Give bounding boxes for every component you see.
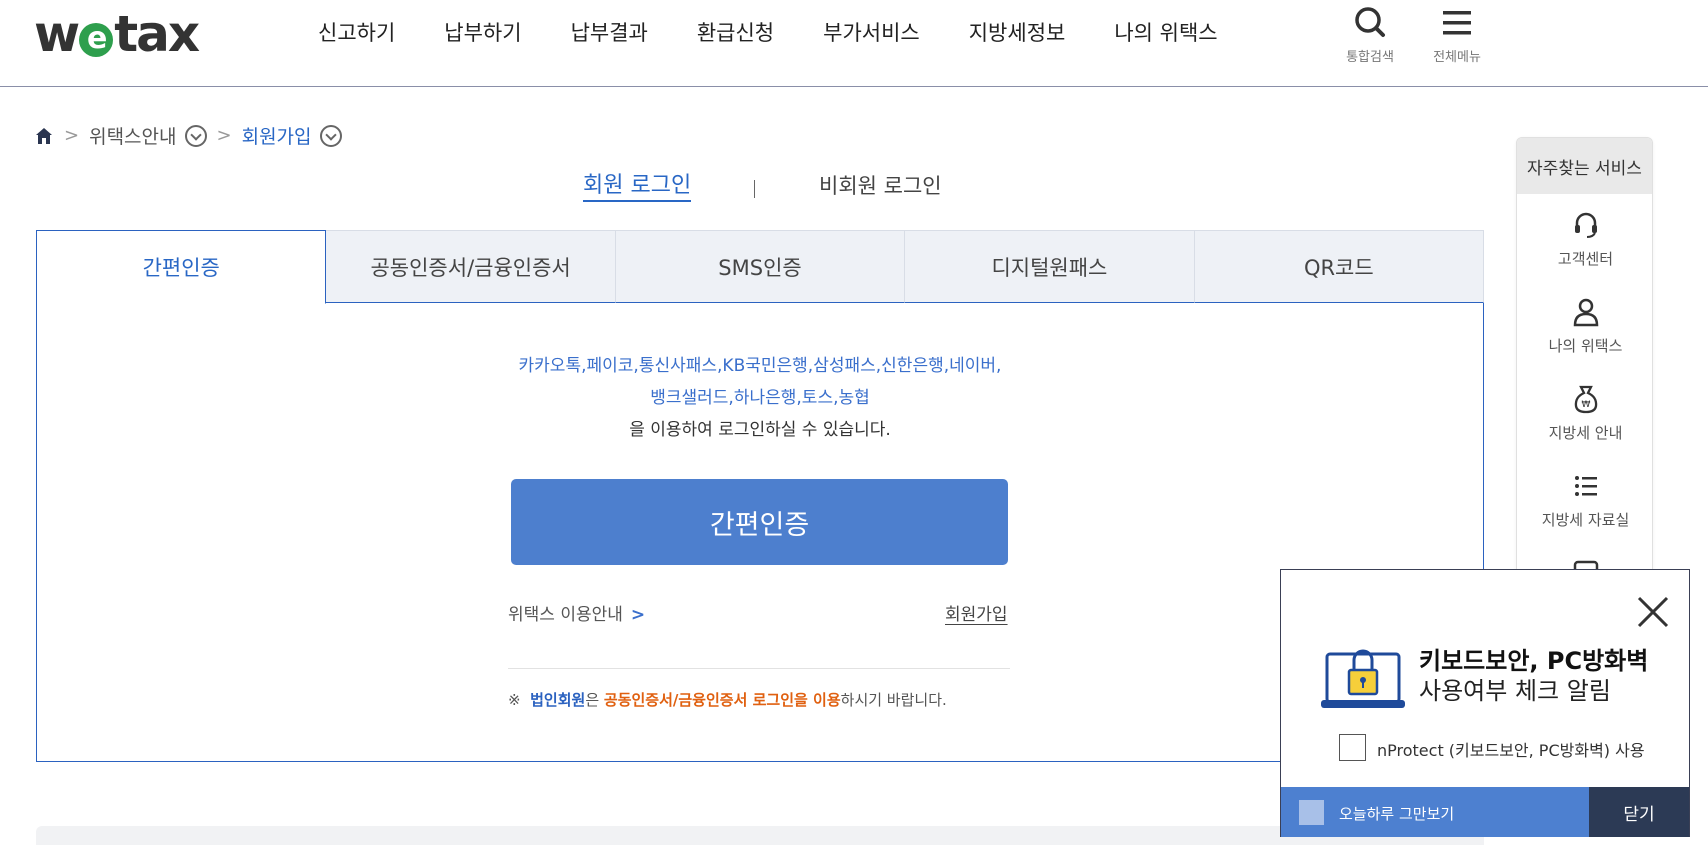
providers-line2: 뱅크샐러드,하나은행,토스,농협 (650, 388, 870, 408)
divider (754, 180, 755, 198)
dont-show-today-label[interactable]: 오늘하루 그만보기 (1339, 803, 1454, 824)
headset-icon (1574, 212, 1597, 238)
nav-my-wetax[interactable]: 나의 위택스 (1114, 18, 1217, 48)
popup-footer: 오늘하루 그만보기 닫기 (1281, 787, 1689, 837)
divider (508, 668, 1010, 669)
list-icon (1574, 476, 1597, 496)
search-icon (1355, 7, 1385, 37)
page: w e tax 신고하기 납부하기 납부결과 환급신청 부가서비스 지방세정보 나의… (0, 0, 1708, 845)
nav-pay-result[interactable]: 납부결과 (571, 18, 648, 48)
tab-qr-code[interactable]: QR코드 (1194, 230, 1485, 303)
all-menu-label: 전체메뉴 (1433, 50, 1481, 65)
quick-item-label: 지방세 안내 (1548, 424, 1623, 442)
breadcrumb-level2[interactable]: 회원가입 (242, 122, 312, 149)
note-end: 하시기 바랍니다. (840, 691, 947, 709)
quick-item-local-tax-guide[interactable]: ₩ 지방세 안내 (1517, 384, 1652, 443)
home-icon[interactable] (34, 126, 54, 146)
usage-guide-label: 위택스 이용안내 (508, 605, 623, 625)
chevron-right-icon: > (64, 125, 80, 146)
wetax-logo[interactable]: w e tax (34, 6, 200, 62)
nav-local-tax-info[interactable]: 지방세정보 (969, 18, 1066, 48)
tab-certificate[interactable]: 공동인증서/금융인증서 (326, 230, 616, 303)
note-mark: ※ (508, 691, 521, 709)
tab-simple-auth[interactable]: 간편인증 (36, 230, 327, 304)
svg-text:₩: ₩ (1581, 400, 1590, 410)
nav-refund[interactable]: 환급신청 (697, 18, 774, 48)
simple-auth-desc: 을 이용하여 로그인하실 수 있습니다. (629, 420, 891, 440)
join-link[interactable]: 회원가입 (945, 600, 1008, 625)
nav-extra-service[interactable]: 부가서비스 (823, 18, 920, 48)
simple-auth-info: 카카오톡,페이코,통신사패스,KB국민은행,삼성패스,신한은행,네이버, 뱅크샐… (0, 350, 1520, 446)
quick-item-label: 지방세 자료실 (1541, 511, 1630, 529)
nprotect-checkbox-label[interactable]: nProtect (키보드보안, PC방화벽) 사용 (1377, 737, 1645, 761)
quick-item-local-tax-library[interactable]: 지방세 자료실 (1517, 471, 1652, 530)
corporate-note: ※ 법인회원은 공동인증서/금융인증서 로그인을 이용하시기 바랍니다. (508, 689, 947, 710)
note-corp: 법인회원 (530, 691, 586, 709)
quick-item-label: 고객센터 (1557, 250, 1614, 268)
all-menu-button[interactable]: 전체메뉴 (1422, 6, 1492, 65)
popup-title: 키보드보안, PC방화벽 (1419, 647, 1649, 675)
quick-menu: 자주찾는 서비스 고객센터 나의 위택스 ₩ 지방세 안내 지방세 자료실 (1516, 137, 1653, 577)
quick-menu-title: 자주찾는 서비스 (1517, 138, 1652, 194)
guest-login-tab[interactable]: 비회원 로그인 (819, 172, 942, 200)
member-login-tab[interactable]: 회원 로그인 (583, 172, 692, 202)
popup-subtitle: 사용여부 체크 알림 (1419, 677, 1611, 705)
person-icon (1573, 298, 1598, 327)
chevron-right-icon: > (216, 125, 232, 146)
search-button[interactable]: 통합검색 (1335, 6, 1405, 65)
nav-report[interactable]: 신고하기 (318, 18, 395, 48)
note-highlight: 공동인증서/금융인증서 로그인을 이용 (603, 691, 841, 709)
quick-item-customer-center[interactable]: 고객센터 (1517, 210, 1652, 269)
breadcrumb-level1[interactable]: 위택스안내 (89, 122, 176, 149)
breadcrumb-level2-dropdown[interactable] (319, 124, 342, 147)
quick-item-my-wetax[interactable]: 나의 위택스 (1517, 297, 1652, 356)
search-label: 통합검색 (1346, 50, 1394, 65)
nav-pay[interactable]: 납부하기 (444, 18, 521, 48)
tab-sms[interactable]: SMS인증 (615, 230, 906, 303)
providers-line1: 카카오톡,페이코,통신사패스,KB국민은행,삼성패스,신한은행,네이버, (518, 356, 1002, 376)
header: w e tax 신고하기 납부하기 납부결과 환급신청 부가서비스 지방세정보 나의… (0, 0, 1708, 87)
hamburger-icon (1443, 11, 1471, 35)
simple-auth-button[interactable]: 간편인증 (511, 479, 1008, 565)
money-bag-icon: ₩ (1574, 385, 1597, 414)
note-mid: 은 (585, 691, 604, 709)
popup-close-button[interactable]: 닫기 (1589, 787, 1689, 837)
close-icon[interactable] (1633, 592, 1673, 632)
laptop-lock-icon (1321, 649, 1405, 708)
nprotect-checkbox[interactable] (1339, 734, 1366, 761)
login-type-switch: 회원 로그인 비회원 로그인 (583, 172, 943, 202)
bottom-section (36, 826, 1484, 845)
usage-guide-link[interactable]: 위택스 이용안내 > (508, 600, 645, 625)
breadcrumb: > 위택스안내 > 회원가입 (34, 122, 342, 149)
tab-digital-onepass[interactable]: 디지털원패스 (905, 230, 1195, 303)
security-check-popup: 키보드보안, PC방화벽 사용여부 체크 알림 nProtect (키보드보안,… (1280, 569, 1690, 837)
main-nav: 신고하기 납부하기 납부결과 환급신청 부가서비스 지방세정보 나의 위택스 (318, 18, 1267, 48)
breadcrumb-level1-dropdown[interactable] (184, 124, 207, 147)
chevron-right-icon: > (630, 605, 646, 625)
quick-item-label: 나의 위택스 (1548, 337, 1623, 355)
auth-tabs: 간편인증 공동인증서/금융인증서 SMS인증 디지털원패스 QR코드 (36, 230, 1485, 304)
dont-show-today-checkbox[interactable] (1299, 800, 1324, 825)
